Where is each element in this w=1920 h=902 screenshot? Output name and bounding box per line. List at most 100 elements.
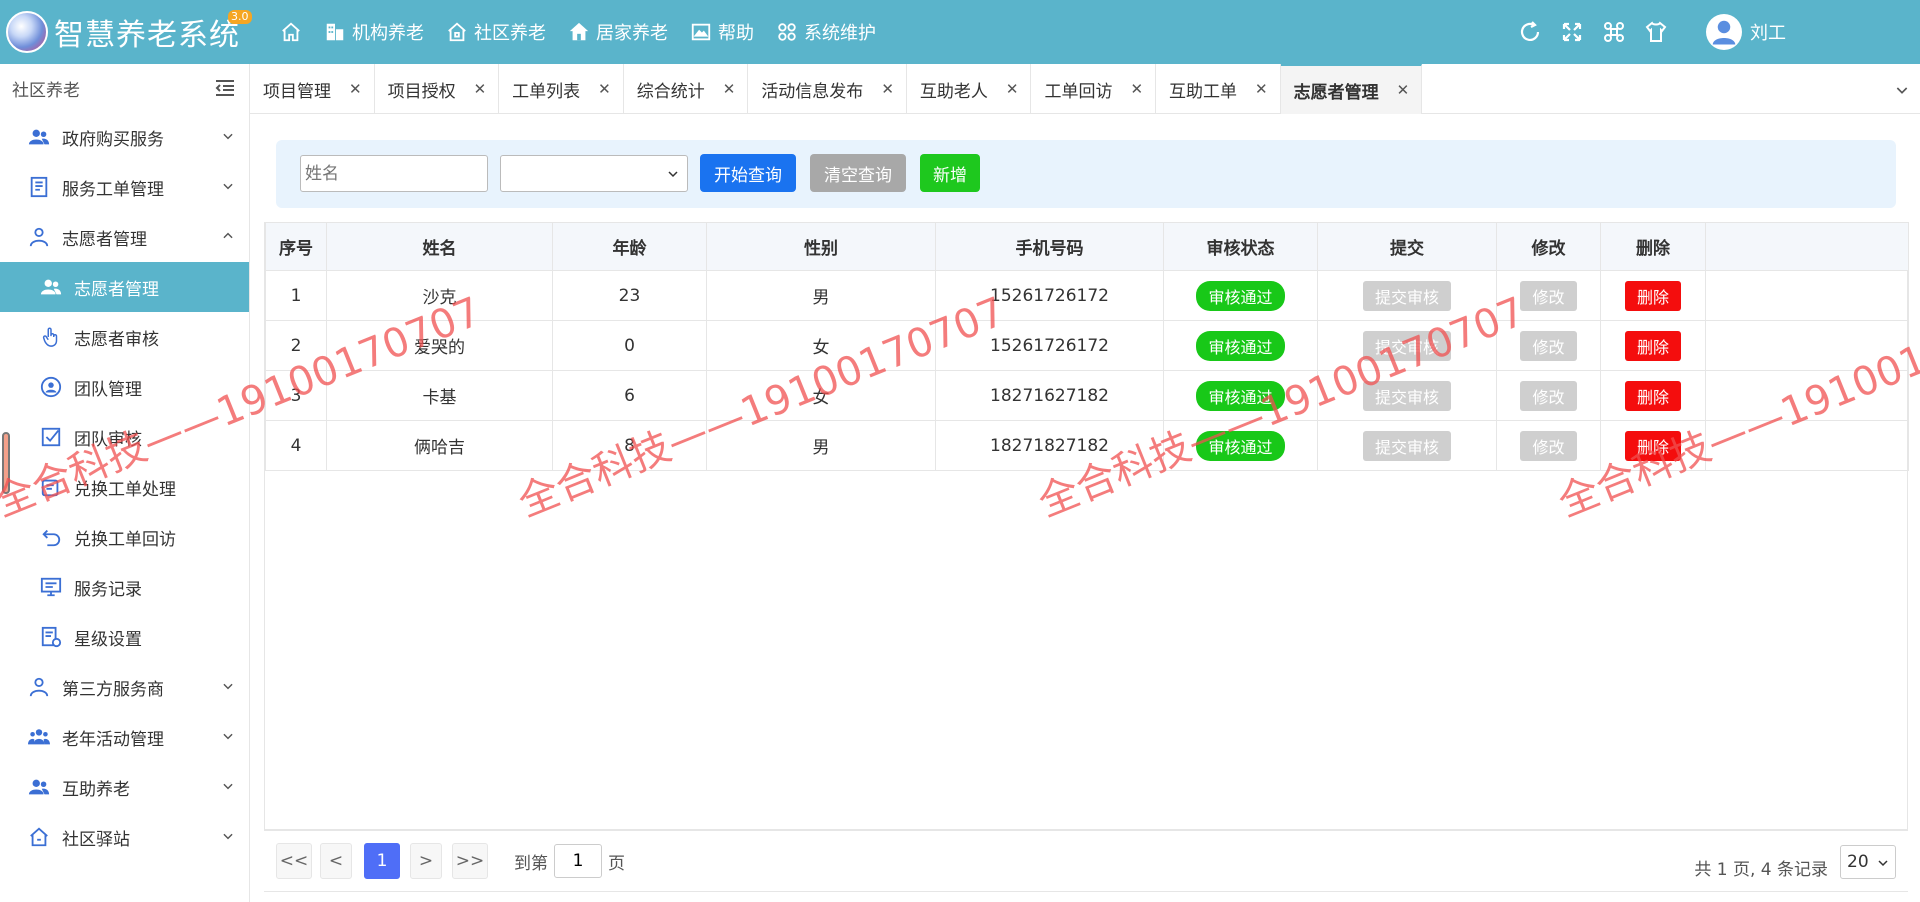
edit-button[interactable]: 修改 (1520, 280, 1577, 311)
cell-no: 1 (265, 270, 327, 321)
nav-help[interactable]: 帮助 (690, 19, 754, 45)
tab-1[interactable]: 项目授权 ✕ (375, 64, 500, 114)
settings-doc-icon (38, 624, 64, 650)
tab-3[interactable]: 综合统计 ✕ (624, 64, 749, 114)
tab-label: 互助老人 (919, 81, 988, 102)
add-button[interactable]: 新增 (920, 154, 980, 192)
person-circle-icon (38, 374, 64, 400)
close-icon[interactable]: ✕ (474, 80, 487, 98)
table-row: 3 卡基 6 女 18271627182 审核通过 提交审核 修改 删除 (265, 370, 1909, 421)
prev-page-button[interactable]: < (320, 843, 352, 879)
submit-review-button[interactable]: 提交审核 (1362, 280, 1451, 311)
sidebar-item-label: 社区驿站 (62, 829, 130, 850)
fullscreen-icon[interactable] (1560, 20, 1584, 44)
pagination: << < 1 > >> 到第 页 共 1 页, 4 条记录 20 (264, 830, 1908, 892)
sidebar-item-0[interactable]: 政府购买服务 (0, 112, 249, 162)
tab-0[interactable]: 项目管理 ✕ (250, 64, 375, 114)
sidebar-item-label: 服务工单管理 (62, 179, 164, 200)
shirt-icon[interactable] (1644, 20, 1668, 44)
sidebar-item-6[interactable]: 团队审核 (0, 412, 249, 462)
clear-button[interactable]: 清空查询 (810, 154, 906, 192)
table-row: 1 沙克 23 男 15261726172 审核通过 提交审核 修改 删除 (265, 270, 1909, 321)
submit-review-button[interactable]: 提交审核 (1362, 330, 1451, 361)
edit-button[interactable]: 修改 (1520, 430, 1577, 461)
cell-gender: 女 (706, 320, 936, 371)
delete-button[interactable]: 删除 (1624, 430, 1681, 461)
tab-4[interactable]: 活动信息发布 ✕ (748, 64, 907, 114)
users-icon (38, 274, 64, 300)
close-icon[interactable]: ✕ (1397, 81, 1410, 99)
cell-filler (1705, 420, 1909, 471)
close-icon[interactable]: ✕ (598, 80, 611, 98)
house-filled-icon (569, 22, 589, 41)
search-button[interactable]: 开始查询 (700, 154, 796, 192)
cell-edit: 修改 (1496, 320, 1601, 371)
sidebar-item-10[interactable]: 星级设置 (0, 612, 249, 662)
collapse-menu-icon[interactable] (213, 76, 237, 100)
nav-system[interactable]: 系统维护 (776, 19, 876, 45)
tab-2[interactable]: 工单列表 ✕ (499, 64, 624, 114)
page-1-button[interactable]: 1 (364, 843, 400, 879)
nav-home[interactable] (280, 21, 302, 43)
sidebar-item-13[interactable]: 互助养老 (0, 762, 249, 812)
next-page-button[interactable]: > (410, 843, 442, 879)
tab-5[interactable]: 互助老人 ✕ (907, 64, 1032, 114)
sidebar-item-8[interactable]: 兑换工单回访 (0, 512, 249, 562)
nav-home-care[interactable]: 居家养老 (568, 19, 668, 45)
tab-label: 工单回访 (1044, 81, 1113, 102)
refresh-icon[interactable] (1518, 20, 1542, 44)
status-badge: 审核通过 (1196, 380, 1285, 411)
app-logo[interactable]: 智慧养老系统 3.0 (6, 6, 252, 58)
submit-review-button[interactable]: 提交审核 (1362, 380, 1451, 411)
nav-institution[interactable]: 机构养老 (324, 19, 424, 45)
close-icon[interactable]: ✕ (1255, 80, 1268, 98)
delete-button[interactable]: 删除 (1624, 380, 1681, 411)
close-icon[interactable]: ✕ (1130, 80, 1143, 98)
close-icon[interactable]: ✕ (881, 80, 894, 98)
user-menu[interactable]: 刘工 (1706, 14, 1920, 50)
image-icon (691, 23, 711, 41)
sidebar-item-7[interactable]: 兑换工单处理 (0, 462, 249, 512)
sidebar-item-1[interactable]: 服务工单管理 (0, 162, 249, 212)
chevron-down-icon (223, 733, 233, 740)
tab-7[interactable]: 互助工单 ✕ (1156, 64, 1281, 114)
last-page-button[interactable]: >> (452, 843, 488, 879)
sidebar-item-9[interactable]: 服务记录 (0, 562, 249, 612)
close-icon[interactable]: ✕ (349, 80, 362, 98)
nav-community[interactable]: 社区养老 (446, 19, 546, 45)
sidebar-item-14[interactable]: 社区驿站 (0, 812, 249, 862)
close-icon[interactable]: ✕ (1006, 80, 1019, 98)
submit-review-button[interactable]: 提交审核 (1362, 430, 1451, 461)
tab-8[interactable]: 志愿者管理 ✕ (1280, 64, 1423, 114)
page-info: 共 1 页, 4 条记录 (1694, 860, 1828, 880)
version-badge: 3.0 (228, 10, 252, 24)
sidebar-item-12[interactable]: 老年活动管理 (0, 712, 249, 762)
top-nav: 机构养老 社区养老 居家养老 帮助 系统维护 (280, 0, 876, 64)
name-search-input[interactable] (300, 155, 488, 192)
edit-button[interactable]: 修改 (1520, 380, 1577, 411)
close-icon[interactable]: ✕ (723, 80, 736, 98)
page-size-select[interactable]: 20 (1840, 845, 1896, 879)
command-icon[interactable] (1602, 20, 1626, 44)
tab-6[interactable]: 工单回访 ✕ (1031, 64, 1157, 114)
cell-age: 23 (552, 270, 707, 321)
chevron-down-icon (223, 183, 233, 190)
sidebar-item-2[interactable]: 志愿者管理 (0, 212, 249, 262)
monitor-icon (38, 574, 64, 600)
sidebar-item-3[interactable]: 志愿者管理 (0, 262, 249, 312)
sidebar-item-4[interactable]: 志愿者审核 (0, 312, 249, 362)
status-select[interactable] (500, 155, 688, 192)
sidebar-item-11[interactable]: 第三方服务商 (0, 662, 249, 712)
first-page-button[interactable]: << (276, 843, 312, 879)
table-row: 4 俩哈吉 8 男 18271827182 审核通过 提交审核 修改 删除 (265, 420, 1909, 471)
delete-button[interactable]: 删除 (1624, 280, 1681, 311)
header-submit: 提交 (1317, 222, 1497, 271)
goto-page-input[interactable] (554, 844, 602, 878)
chevron-down-icon[interactable] (1894, 82, 1910, 98)
sidebar-item-label: 兑换工单回访 (74, 529, 176, 550)
edit-button[interactable]: 修改 (1520, 330, 1577, 361)
sidebar-item-5[interactable]: 团队管理 (0, 362, 249, 412)
sidebar-scrollbar[interactable] (2, 432, 10, 494)
cell-phone: 15261726172 (935, 270, 1164, 321)
delete-button[interactable]: 删除 (1624, 330, 1681, 361)
